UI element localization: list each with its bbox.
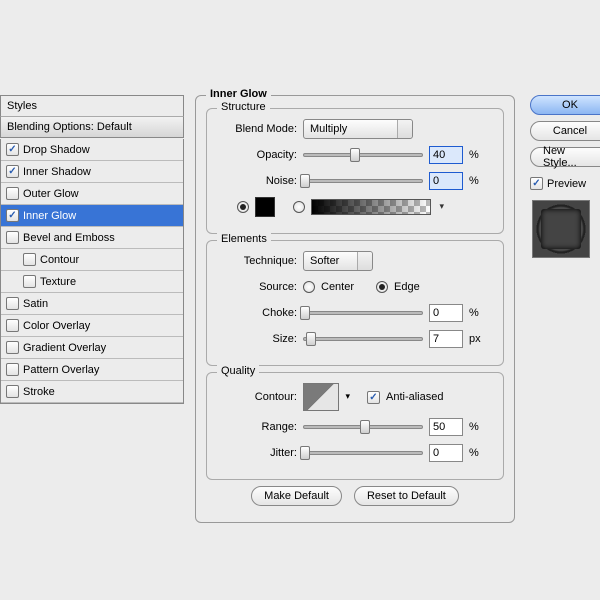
make-default-button[interactable]: Make Default (251, 486, 342, 506)
effect-list: Drop Shadow Inner Shadow Outer Glow Inner G… (0, 139, 184, 404)
panel-title: Inner Glow (206, 88, 271, 100)
choke-label: Choke: (217, 307, 297, 319)
effect-checkbox[interactable] (6, 231, 19, 244)
percent-unit: % (469, 307, 487, 319)
percent-unit: % (469, 149, 487, 161)
percent-unit: % (469, 175, 487, 187)
effect-label: Drop Shadow (23, 144, 90, 156)
effect-label: Bevel and Emboss (23, 232, 115, 244)
blend-mode-select[interactable]: Multiply ▲▼ (303, 119, 413, 139)
size-label: Size: (217, 333, 297, 345)
effect-row-color-overlay[interactable]: Color Overlay (1, 315, 183, 337)
source-center-radio[interactable] (303, 281, 315, 293)
effect-checkbox[interactable] (6, 165, 19, 178)
effect-row-pattern-overlay[interactable]: Pattern Overlay (1, 359, 183, 381)
blend-mode-value: Multiply (310, 123, 347, 135)
anti-aliased-checkbox[interactable] (367, 391, 380, 404)
effect-label: Gradient Overlay (23, 342, 106, 354)
effect-checkbox[interactable] (6, 297, 19, 310)
ok-button[interactable]: OK (530, 95, 600, 115)
contour-picker[interactable] (303, 383, 339, 411)
contour-label: Contour: (217, 391, 297, 403)
effect-row-gradient-overlay[interactable]: Gradient Overlay (1, 337, 183, 359)
effect-label: Contour (40, 254, 79, 266)
effect-row-inner-shadow[interactable]: Inner Shadow (1, 161, 183, 183)
effect-label: Pattern Overlay (23, 364, 99, 376)
glow-gradient-picker[interactable] (311, 199, 431, 215)
inner-glow-group: Inner Glow Structure Blend Mode: Multipl… (195, 95, 515, 523)
elements-title: Elements (217, 233, 271, 245)
source-label: Source: (217, 281, 297, 293)
range-label: Range: (217, 421, 297, 433)
color-radio[interactable] (237, 201, 249, 213)
effect-label: Stroke (23, 386, 55, 398)
preview-thumbnail (532, 200, 590, 258)
effect-row-bevel-and-emboss[interactable]: Bevel and Emboss (1, 227, 183, 249)
effect-checkbox[interactable] (6, 319, 19, 332)
structure-group: Structure Blend Mode: Multiply ▲▼ Opacit… (206, 108, 504, 234)
percent-unit: % (469, 421, 487, 433)
effect-checkbox[interactable] (6, 385, 19, 398)
effect-label: Outer Glow (23, 188, 79, 200)
source-edge-radio[interactable] (376, 281, 388, 293)
opacity-label: Opacity: (217, 149, 297, 161)
source-center-label: Center (321, 281, 354, 293)
px-unit: px (469, 333, 487, 345)
structure-title: Structure (217, 101, 270, 113)
technique-value: Softer (310, 255, 339, 267)
opacity-slider[interactable] (303, 153, 423, 157)
effect-label: Inner Shadow (23, 166, 91, 178)
technique-select[interactable]: Softer ▲▼ (303, 251, 373, 271)
size-slider[interactable] (303, 337, 423, 341)
range-input[interactable]: 50 (429, 418, 463, 436)
effect-row-stroke[interactable]: Stroke (1, 381, 183, 403)
effect-label: Texture (40, 276, 76, 288)
source-edge-label: Edge (394, 281, 420, 293)
anti-aliased-label: Anti-aliased (386, 391, 443, 403)
effect-label: Satin (23, 298, 48, 310)
styles-header: Styles (0, 95, 184, 117)
jitter-label: Jitter: (217, 447, 297, 459)
noise-label: Noise: (217, 175, 297, 187)
effect-checkbox[interactable] (23, 275, 36, 288)
effect-row-outer-glow[interactable]: Outer Glow (1, 183, 183, 205)
cancel-button[interactable]: Cancel (530, 121, 600, 141)
preview-label: Preview (547, 178, 586, 190)
size-input[interactable]: 7 (429, 330, 463, 348)
elements-group: Elements Technique: Softer ▲▼ Source: Ce… (206, 240, 504, 366)
effect-checkbox[interactable] (6, 341, 19, 354)
effect-row-drop-shadow[interactable]: Drop Shadow (1, 139, 183, 161)
effect-checkbox[interactable] (6, 187, 19, 200)
jitter-slider[interactable] (303, 451, 423, 455)
effect-row-inner-glow[interactable]: Inner Glow (1, 205, 183, 227)
effect-checkbox[interactable] (23, 253, 36, 266)
range-slider[interactable] (303, 425, 423, 429)
opacity-input[interactable]: 40 (429, 146, 463, 164)
gradient-radio[interactable] (293, 201, 305, 213)
effect-row-texture[interactable]: Texture (1, 271, 183, 293)
blend-mode-label: Blend Mode: (217, 123, 297, 135)
effect-checkbox[interactable] (6, 209, 19, 222)
effect-label: Inner Glow (23, 210, 76, 222)
glow-color-swatch[interactable] (255, 197, 275, 217)
effect-checkbox[interactable] (6, 143, 19, 156)
new-style-button[interactable]: New Style... (530, 147, 600, 167)
blending-options-row[interactable]: Blending Options: Default (0, 117, 184, 138)
effect-row-satin[interactable]: Satin (1, 293, 183, 315)
quality-group: Quality Contour: Anti-aliased Range: 50 … (206, 372, 504, 480)
effect-checkbox[interactable] (6, 363, 19, 376)
preview-checkbox[interactable] (530, 177, 543, 190)
noise-input[interactable]: 0 (429, 172, 463, 190)
technique-label: Technique: (217, 255, 297, 267)
quality-title: Quality (217, 365, 259, 377)
jitter-input[interactable]: 0 (429, 444, 463, 462)
effect-label: Color Overlay (23, 320, 90, 332)
noise-slider[interactable] (303, 179, 423, 183)
reset-to-default-button[interactable]: Reset to Default (354, 486, 459, 506)
choke-slider[interactable] (303, 311, 423, 315)
percent-unit: % (469, 447, 487, 459)
choke-input[interactable]: 0 (429, 304, 463, 322)
effect-row-contour[interactable]: Contour (1, 249, 183, 271)
